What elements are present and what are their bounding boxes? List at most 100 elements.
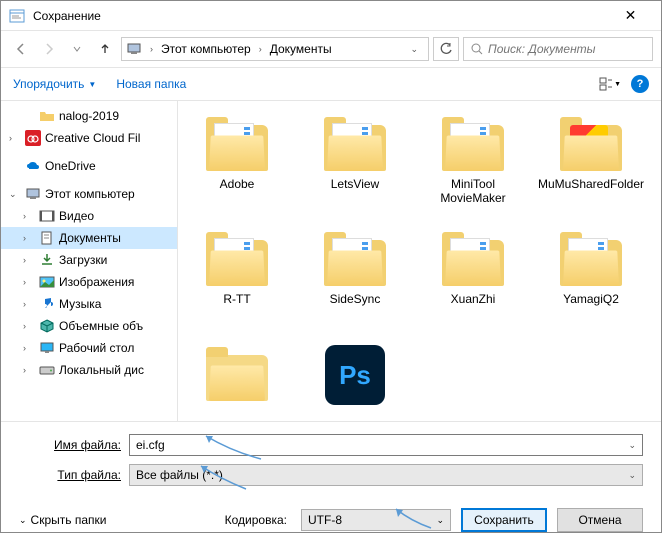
hide-folders-button[interactable]: ⌄Скрыть папки	[19, 513, 106, 527]
folder-minitool[interactable]: MiniTool MovieMaker	[414, 111, 532, 226]
folder-adobe[interactable]: Adobe	[178, 111, 296, 226]
tree-label: Документы	[59, 231, 121, 245]
tree-label: nalog-2019	[59, 109, 119, 123]
objects3d-icon	[39, 318, 55, 334]
tree-item-cc[interactable]: ›Creative Cloud Fil	[1, 127, 177, 149]
pc-icon	[126, 41, 142, 57]
documents-icon	[39, 230, 55, 246]
tree-item-thispc[interactable]: ⌄Этот компьютер	[1, 183, 177, 205]
chevron-down-icon[interactable]: ⌄	[628, 470, 636, 481]
chevron-down-icon[interactable]: ⌄	[628, 440, 636, 451]
tree-item-video[interactable]: ›Видео	[1, 205, 177, 227]
breadcrumb-dropdown[interactable]: ⌄	[404, 44, 424, 55]
tree-item-3dobjects[interactable]: ›Объемные объ	[1, 315, 177, 337]
pc-icon	[25, 186, 41, 202]
view-options-button[interactable]: ▼	[599, 73, 621, 95]
chevron-right-icon[interactable]: ›	[255, 44, 266, 54]
nav-tree: nalog-2019 ›Creative Cloud Fil OneDrive …	[1, 101, 178, 421]
desktop-icon	[39, 340, 55, 356]
cancel-button[interactable]: Отмена	[557, 508, 643, 532]
filename-input[interactable]	[136, 438, 628, 452]
nav-bar: › Этот компьютер › Документы ⌄	[1, 31, 661, 67]
folder-rtt[interactable]: R-TT	[178, 226, 296, 341]
folder-icon	[39, 108, 55, 124]
chevron-down-icon[interactable]: ⌄	[436, 515, 444, 526]
disk-icon	[39, 362, 55, 378]
footer: ⌄Скрыть папки Кодировка: UTF-8 ⌄ Сохрани…	[1, 500, 661, 544]
folder-mumu[interactable]: MuMuSharedFolder	[532, 111, 650, 226]
folder-empty[interactable]	[178, 341, 296, 421]
folder-label: MuMuSharedFolder	[538, 177, 644, 191]
folder-label: Adobe	[220, 177, 255, 191]
breadcrumb-seg-pc[interactable]: Этот компьютер	[157, 42, 255, 56]
tree-item-desktop[interactable]: ›Рабочий стол	[1, 337, 177, 359]
tree-item-music[interactable]: ›Музыка	[1, 293, 177, 315]
filename-field[interactable]: ⌄	[129, 434, 643, 456]
help-button[interactable]: ?	[631, 75, 649, 93]
tree-label: Объемные объ	[59, 319, 143, 333]
organize-label: Упорядочить	[13, 77, 84, 91]
cc-icon	[25, 130, 41, 146]
tree-label: Видео	[59, 209, 94, 223]
close-button[interactable]: ✕	[608, 1, 653, 31]
folder-label: R-TT	[223, 292, 250, 306]
folder-label: LetsView	[331, 177, 379, 191]
app-icon	[9, 8, 25, 24]
hide-folders-label: Скрыть папки	[31, 513, 107, 527]
window-title: Сохранение	[33, 9, 608, 23]
organize-menu[interactable]: Упорядочить▼	[13, 77, 96, 91]
search-input[interactable]	[488, 42, 646, 56]
downloads-icon	[39, 252, 55, 268]
tree-label: Загрузки	[59, 253, 107, 267]
tree-item-pictures[interactable]: ›Изображения	[1, 271, 177, 293]
save-button[interactable]: Сохранить	[461, 508, 547, 532]
content-area: Adobe LetsView MiniTool MovieMaker MuMuS…	[178, 101, 661, 421]
search-icon	[470, 42, 484, 56]
title-bar: Сохранение ✕	[1, 1, 661, 31]
back-button[interactable]	[9, 37, 33, 61]
folder-label: MiniTool MovieMaker	[418, 177, 528, 206]
encoding-combo[interactable]: UTF-8 ⌄	[301, 509, 451, 531]
filename-label: Имя файла:	[19, 438, 129, 452]
folder-label: XuanZhi	[451, 292, 496, 306]
tree-label: Изображения	[59, 275, 134, 289]
filetype-label: Тип файла:	[19, 468, 129, 482]
tree-label: Музыка	[59, 297, 101, 311]
folder-sidesync[interactable]: SideSync	[296, 226, 414, 341]
toolbar: Упорядочить▼ Новая папка ▼ ?	[1, 67, 661, 101]
breadcrumb[interactable]: › Этот компьютер › Документы ⌄	[121, 37, 429, 61]
photoshop-icon: Ps	[325, 345, 385, 405]
tree-item-localdisk[interactable]: ›Локальный дис	[1, 359, 177, 381]
search-box[interactable]	[463, 37, 653, 61]
tree-label: Локальный дис	[59, 363, 144, 377]
forward-button[interactable]	[37, 37, 61, 61]
chevron-right-icon[interactable]: ›	[146, 44, 157, 54]
folder-xuanzhi[interactable]: XuanZhi	[414, 226, 532, 341]
breadcrumb-seg-docs[interactable]: Документы	[266, 42, 336, 56]
folder-label: YamagiQ2	[563, 292, 619, 306]
tree-item-downloads[interactable]: ›Загрузки	[1, 249, 177, 271]
new-folder-button[interactable]: Новая папка	[116, 77, 186, 91]
folder-label: SideSync	[330, 292, 381, 306]
encoding-value: UTF-8	[308, 513, 342, 527]
tree-label: Creative Cloud Fil	[45, 131, 140, 145]
folder-yamagi[interactable]: YamagiQ2	[532, 226, 650, 341]
up-button[interactable]	[93, 37, 117, 61]
encoding-label: Кодировка:	[225, 513, 287, 527]
filetype-combo[interactable]: Все файлы (*.*) ⌄	[129, 464, 643, 486]
folder-letsview[interactable]: LetsView	[296, 111, 414, 226]
tree-label: Этот компьютер	[45, 187, 135, 201]
body-area: nalog-2019 ›Creative Cloud Fil OneDrive …	[1, 101, 661, 421]
refresh-button[interactable]	[433, 37, 459, 61]
tree-label: OneDrive	[45, 159, 96, 173]
tree-label: Рабочий стол	[59, 341, 134, 355]
tree-item-nalog[interactable]: nalog-2019	[1, 105, 177, 127]
recent-dropdown[interactable]	[65, 37, 89, 61]
pictures-icon	[39, 274, 55, 290]
file-photoshop[interactable]: Ps	[296, 341, 414, 421]
onedrive-icon	[25, 158, 41, 174]
tree-item-documents[interactable]: ›Документы	[1, 227, 177, 249]
tree-item-onedrive[interactable]: OneDrive	[1, 155, 177, 177]
video-icon	[39, 208, 55, 224]
form-area: Имя файла: ⌄ Тип файла: Все файлы (*.*) …	[1, 421, 661, 500]
